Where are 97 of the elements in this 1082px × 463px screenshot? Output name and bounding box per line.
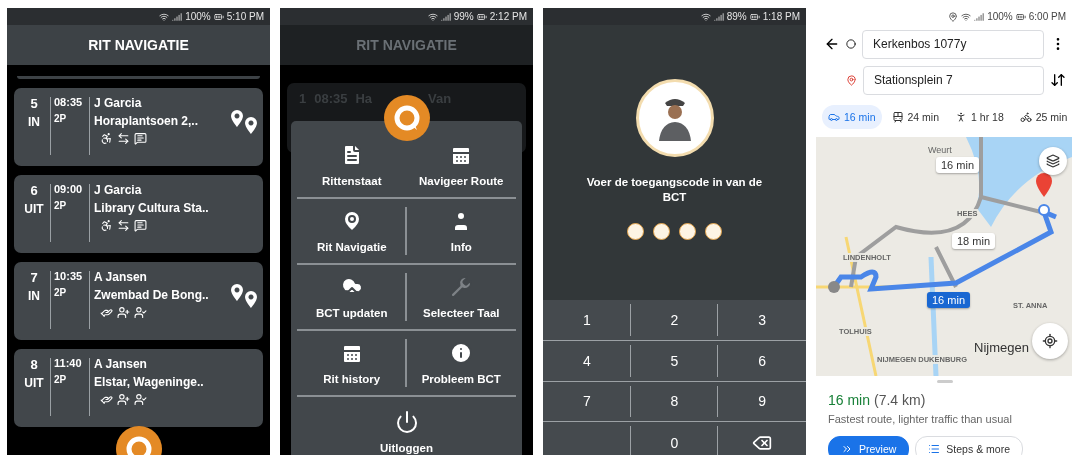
clock-time: 2:12 PM [489,11,527,22]
trip-address: Elstar, Wageninge.. [94,375,205,390]
car-icon [828,111,840,123]
passenger-count: 2P [54,199,67,213]
bicycle-icon [1019,111,1032,123]
menu-item[interactable]: BCT updaten [297,265,407,331]
signal-icon [974,11,985,22]
trip-address: Library Cultura Sta.. [94,201,210,216]
passenger-name: A Jansen [94,357,148,372]
trip-card[interactable]: 8 UIT 11:40 2P A Jansen Elstar, Wageninge.. [14,349,263,427]
keypad-key[interactable]: 4 [543,340,631,382]
wifi-icon [427,11,438,22]
trip-card[interactable]: 5 IN 08:35 2P J Garcia Horaplantsoen 2,.. [14,88,263,166]
battery-level: 99% [453,11,474,22]
wifi-icon [159,11,170,22]
trip-address: Horaplantsoen 2,.. [94,114,200,129]
clock-time: 1:18 PM [762,11,800,22]
signal-icon [713,11,724,22]
menu-item[interactable]: Rit Navigatie [297,199,407,265]
location-pins-icon[interactable] [230,110,258,136]
battery-level: 89% [726,11,747,22]
travel-mode-tab[interactable]: 16 min [822,105,882,129]
layers-icon [1046,154,1060,168]
trip-direction: UIT [24,376,44,392]
keypad-key[interactable]: 0 [630,422,719,455]
passenger-name: J Garcia [94,183,143,198]
keypad-key[interactable]: 5 [630,340,719,382]
trip-number: 7 [30,270,38,287]
route-time-label[interactable]: 18 min [952,233,996,249]
passenger-name: A Jansen [94,270,148,285]
route-note: Fastest route, lighter traffic than usual [828,413,1013,425]
wifi-icon [961,11,972,22]
location-target-icon [1042,333,1058,349]
clock-time: 6:00 PM [1028,11,1066,22]
trip-direction: IN [28,289,40,305]
keypad-key[interactable]: 8 [630,381,719,423]
keypad-key[interactable]: 2 [630,300,719,341]
chevrons-icon [841,443,853,455]
menu-item[interactable]: Rit history [297,331,407,397]
battery-level: 100% [987,11,1013,22]
preview-button[interactable]: Preview [828,436,910,455]
origin-field[interactable]: Kerkenbos 1077y [862,29,1044,59]
place-label: Weurt [927,145,953,156]
trip-card[interactable]: 6 UIT 09:00 2P J Garcia Library Cultura Sta.. [14,175,263,253]
place-label: Nijmegen [973,340,1030,356]
travel-mode-tab[interactable]: 24 min [885,105,946,129]
battery-icon [476,11,487,22]
trip-card[interactable]: 7 IN 10:35 2P A Jansen Zwembad De Bong.. [14,262,263,340]
list-icon [928,443,941,455]
trip-time: 08:35 [54,96,83,110]
trip-number: 8 [30,357,38,374]
swap-icon[interactable] [1050,72,1066,88]
location-pins-icon[interactable] [230,284,258,310]
menu-item[interactable]: Uitloggen [297,397,516,455]
passenger-count: 2P [54,286,67,300]
my-location-button[interactable] [1032,323,1068,359]
trip-number: 6 [30,183,38,200]
signal-icon [440,11,451,22]
screen-title: RIT NAVIGATIE [88,37,189,53]
menu-item[interactable]: Probleem BCT [406,331,516,397]
keypad-key[interactable]: 7 [543,381,631,423]
trip-number: 5 [30,96,38,113]
trip-time: 09:00 [54,183,83,197]
signal-icon [172,11,183,22]
passenger-name: J Garcia [94,96,143,111]
keypad-key[interactable]: 1 [543,300,631,341]
battery-icon [749,11,760,22]
destination-field[interactable]: Stationsplein 7 [863,65,1044,95]
back-button[interactable] [824,36,840,52]
keypad-key[interactable]: 6 [718,340,806,382]
menu-item[interactable]: Info [406,199,516,265]
trip-time: 10:35 [54,270,83,284]
prompt-text: Voer de toegangscode in van de BCT [585,175,764,205]
trip-direction: IN [28,115,40,131]
route-duration: 16 min [828,392,871,408]
trip-address: Zwembad De Bong.. [94,288,210,303]
travel-mode-tab[interactable]: 1 hr 18 [949,105,1010,129]
trip-direction: UIT [24,202,44,218]
route-time-label[interactable]: 16 min [927,292,971,308]
keypad-key[interactable]: 9 [718,381,806,423]
train-icon [891,111,904,123]
battery-icon [213,11,224,22]
route-time-label[interactable]: 16 min [936,157,980,173]
passenger-count: 2P [54,112,67,126]
keypad-key[interactable]: 3 [718,300,806,341]
wifi-icon [700,11,711,22]
trip-time: 11:40 [54,357,82,371]
clock-time: 5:10 PM [226,11,264,22]
passenger-count: 2P [54,373,67,387]
battery-level: 100% [185,11,211,22]
travel-mode-tab[interactable]: 25 min [1013,105,1072,129]
origin-icon [846,39,856,49]
destination-pin-icon [846,74,857,86]
steps-button[interactable]: Steps & more [915,436,1023,455]
screen-title: RIT NAVIGATIE [356,37,457,53]
route-distance: (7.4 km) [874,392,926,408]
battery-icon [1015,11,1026,22]
